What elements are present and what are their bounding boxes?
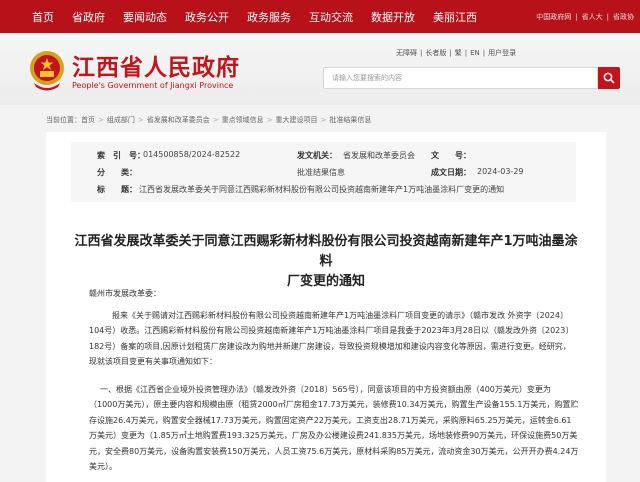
breadcrumb-key-areas[interactable]: 重点领域信息 (222, 115, 264, 125)
national-emblem-icon (30, 51, 64, 91)
user-login-link[interactable]: 用户登录 (488, 48, 516, 58)
paragraph-1-cont: 104号）收悉。江西赐彩新材料股份有限公司投资越南新建年产1万吨油墨涂料厂项目是… (89, 323, 581, 370)
paragraph-line: （1000万美元），原主要内容和规模由原（租赁2000㎡厂房租金17.73万美元… (89, 400, 579, 409)
category-value: 批准结果信息 (297, 168, 345, 177)
link-central-gov[interactable]: 中国政府网 (536, 12, 571, 22)
breadcrumb-approval-results[interactable]: 批准结果信息 (329, 115, 371, 125)
nav-home[interactable]: 首页 (32, 9, 54, 25)
paragraph-line: 104号）收悉。江西赐彩新材料股份有限公司投资越南新建年产1万吨油墨涂料厂项目是… (89, 326, 574, 335)
paragraph-line: 存设施26.4万美元，购置安全器械17.73万美元，购置固定资产22万美元，工资… (89, 415, 572, 425)
date-value: 2024-03-29 (477, 167, 524, 176)
nav-beautiful-jiangxi[interactable]: 美丽江西 (433, 9, 477, 25)
site-header: 江西省人民政府 People's Government of Jiangxi P… (0, 33, 640, 105)
index-value: 014500858/2024-82522 (143, 150, 241, 159)
document-title: 江西省发展改革委关于同意江西赐彩新材料股份有限公司投资越南新建年产1万吨油墨涂料… (71, 232, 581, 292)
nav-gov-services[interactable]: 政务服务 (247, 9, 291, 25)
breadcrumb-home[interactable]: 首页 (81, 115, 95, 125)
salutation: 赣州市发展改革委： (89, 289, 161, 298)
breadcrumb-ndrc[interactable]: 省发展和改革委员会 (147, 115, 210, 125)
paragraph-1: 报来《关于赐请对江西赐彩新材料股份有限公司投资越南新建年产1万吨油墨涂料厂项目变… (112, 308, 596, 324)
site-title: 江西省人民政府 (72, 54, 240, 81)
article-card: 索 引 号： 014500858/2024-82522 发文机关： 省发展和改革… (46, 132, 606, 482)
nav-open-data[interactable]: 数据开放 (371, 9, 415, 25)
header-utility-links: 无障碍 | 长者版 | 繁 | EN | 用户登录 (396, 48, 517, 58)
category-label: 分 类： (97, 168, 137, 177)
main-nav: 首页 省政府 要闻动态 政务公开 政务服务 互动交流 数据开放 美丽江西 (32, 0, 495, 33)
top-navigation-bar: 首页 省政府 要闻动态 政务公开 政务服务 互动交流 数据开放 美丽江西 中国政… (0, 0, 640, 33)
search-button[interactable] (598, 67, 620, 89)
paragraph-2: 一、根据《江西省企业境外投资管理办法》（赣发改外资〔2018〕565号），同意该… (100, 382, 596, 398)
doc-number-label: 文 号： (431, 151, 471, 160)
document-title-line: 江西省发展改革委关于同意江西赐彩新材料股份有限公司投资越南新建年产1万吨油墨涂料 (74, 234, 578, 269)
paragraph-line: 元，安全费80万美元，设备购置安装费150万美元，人员工资75.6万美元，原材料… (89, 446, 579, 456)
paragraph-line: 182号）备案的项目,因原计划租赁厂房建设改为购地并新建厂房建设，导致投资规模增… (89, 341, 571, 351)
paragraph-line: 报来《关于赐请对江西赐彩新材料股份有限公司投资越南新建年产1万吨油墨涂料厂项目变… (112, 311, 568, 320)
traditional-chinese-link[interactable]: 繁 (455, 48, 462, 58)
link-provincial-cppcc[interactable]: 省政协 (613, 12, 634, 22)
subject-label: 标 题： (97, 185, 137, 194)
paragraph-line: 万美元）变更为（1.85万㎡土地购置费193.325万美元，厂房及办公楼建设费2… (89, 431, 578, 440)
english-link[interactable]: EN (470, 49, 480, 57)
search-input[interactable]: 请输入您要搜索的内容 (323, 67, 598, 89)
nav-gov-disclosure[interactable]: 政务公开 (185, 9, 229, 25)
issuing-org-value: 省发展和改革委员会 (343, 151, 415, 160)
nav-provincial-government[interactable]: 省政府 (72, 9, 105, 25)
external-links: 中国政府网 | 省人大 | 省政协 (536, 12, 634, 22)
search-icon (603, 72, 615, 84)
breadcrumb-major-projects[interactable]: 重大建设项目 (276, 115, 318, 125)
paragraph-line: 一、根据《江西省企业境外投资管理办法》（赣发改外资〔2018〕565号），同意该… (100, 385, 551, 394)
accessibility-link[interactable]: 无障碍 (396, 48, 417, 58)
index-label: 索 引 号： (97, 151, 145, 160)
document-info-table: 索 引 号： 014500858/2024-82522 发文机关： 省发展和改革… (71, 142, 576, 202)
link-provincial-congress[interactable]: 省人大 (582, 12, 603, 22)
elder-mode-link[interactable]: 长者版 (425, 48, 446, 58)
current-location-label: 当前位置： (46, 116, 81, 124)
nav-interaction[interactable]: 互动交流 (309, 9, 353, 25)
issuing-org-label: 发文机关： (297, 151, 337, 160)
site-subtitle: People's Government of Jiangxi Province (72, 81, 234, 90)
subject-value: 江西省发展改革委关于同意江西赐彩新材料股份有限公司投资越南新建年产1万吨油墨涂料… (139, 185, 505, 194)
paragraph-line: 现就该项目变更有关事项通知如下： (89, 357, 217, 366)
date-label: 成文日期： (431, 168, 471, 177)
breadcrumb: 当前位置： 首页 > 组成部门 > 省发展和改革委员会 > 重点领域信息 > 重大建设项… (0, 107, 640, 133)
breadcrumb-departments[interactable]: 组成部门 (107, 115, 135, 125)
paragraph-line: 美元）。 (89, 462, 117, 471)
nav-news[interactable]: 要闻动态 (123, 9, 167, 25)
paragraph-2-cont: （1000万美元），原主要内容和规模由原（租赁2000㎡厂房租金17.73万美元… (89, 397, 581, 475)
